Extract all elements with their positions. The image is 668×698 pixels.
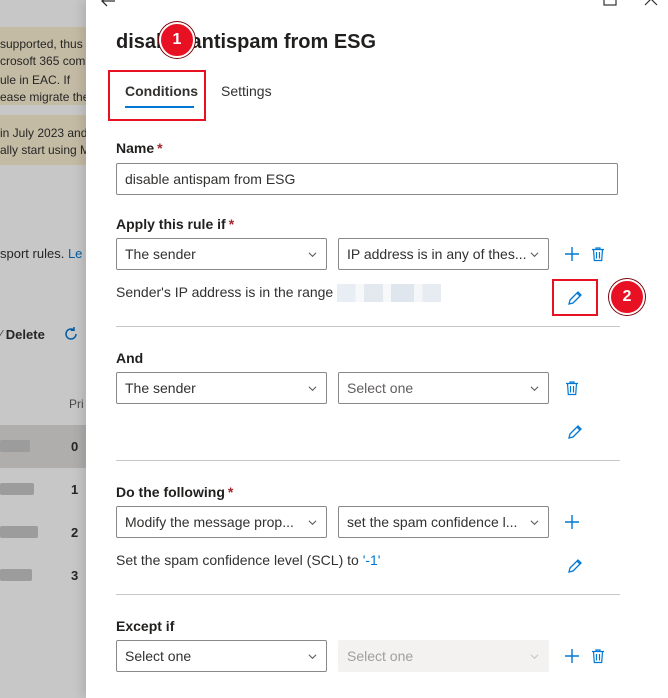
apply-condition-select[interactable]: The sender <box>116 238 327 270</box>
apply-rule-if-label: Apply this rule if * <box>116 216 235 232</box>
section-divider <box>116 594 620 595</box>
back-arrow-icon[interactable] <box>98 0 118 16</box>
edit-pencil-icon[interactable] <box>565 556 585 576</box>
redacted-ip-range <box>337 284 442 303</box>
callout-badge-1: 1 <box>159 22 195 58</box>
delete-condition-icon[interactable] <box>562 378 582 398</box>
chevron-down-icon <box>308 386 317 392</box>
except-if-label: Except if <box>116 618 175 634</box>
action-property-select[interactable]: set the spam confidence l... <box>338 506 549 538</box>
chevron-down-icon <box>530 654 539 660</box>
callout-highlight-conditions-tab <box>108 70 206 121</box>
rule-editor-panel: disable antispam from ESG Conditions Set… <box>86 0 668 698</box>
except-predicate-select: Select one <box>338 640 549 672</box>
action-description: Set the spam confidence level (SCL) to '… <box>116 552 381 568</box>
add-action-icon[interactable] <box>562 512 582 532</box>
panel-title: disable antispam from ESG <box>116 31 377 53</box>
section-divider <box>116 460 620 461</box>
add-condition-icon[interactable] <box>562 244 582 264</box>
and-label: And <box>116 350 144 366</box>
chevron-down-icon <box>308 252 317 258</box>
delete-exception-icon[interactable] <box>588 646 608 666</box>
name-field[interactable]: disable antispam from ESG <box>116 163 618 195</box>
scl-value-link[interactable]: '-1' <box>363 552 381 568</box>
background-page: supported, thus crosoft 365 com ule in E… <box>0 0 86 698</box>
apply-rule-description: Sender's IP address is in the range <box>116 284 442 303</box>
edit-pencil-icon[interactable] <box>565 422 585 442</box>
apply-predicate-select[interactable]: IP address is in any of thes... <box>338 238 549 270</box>
chevron-down-icon <box>530 386 539 392</box>
do-following-label: Do the following * <box>116 484 234 500</box>
and-condition-select[interactable]: The sender <box>116 372 327 404</box>
name-label: Name * <box>116 140 163 156</box>
chevron-down-icon <box>530 520 539 526</box>
chevron-down-icon <box>530 252 539 258</box>
maximize-icon[interactable] <box>603 0 617 11</box>
chevron-down-icon <box>308 654 317 660</box>
except-condition-select[interactable]: Select one <box>116 640 327 672</box>
modal-overlay <box>0 0 86 698</box>
action-select[interactable]: Modify the message prop... <box>116 506 327 538</box>
callout-badge-2: 2 <box>609 279 645 315</box>
section-divider <box>116 326 620 327</box>
delete-condition-icon[interactable] <box>588 244 608 264</box>
close-icon[interactable] <box>644 0 658 11</box>
edit-pencil-icon[interactable] <box>565 288 585 308</box>
tab-settings[interactable]: Settings <box>221 83 272 99</box>
add-exception-icon[interactable] <box>562 646 582 666</box>
and-predicate-select[interactable]: Select one <box>338 372 549 404</box>
chevron-down-icon <box>308 520 317 526</box>
